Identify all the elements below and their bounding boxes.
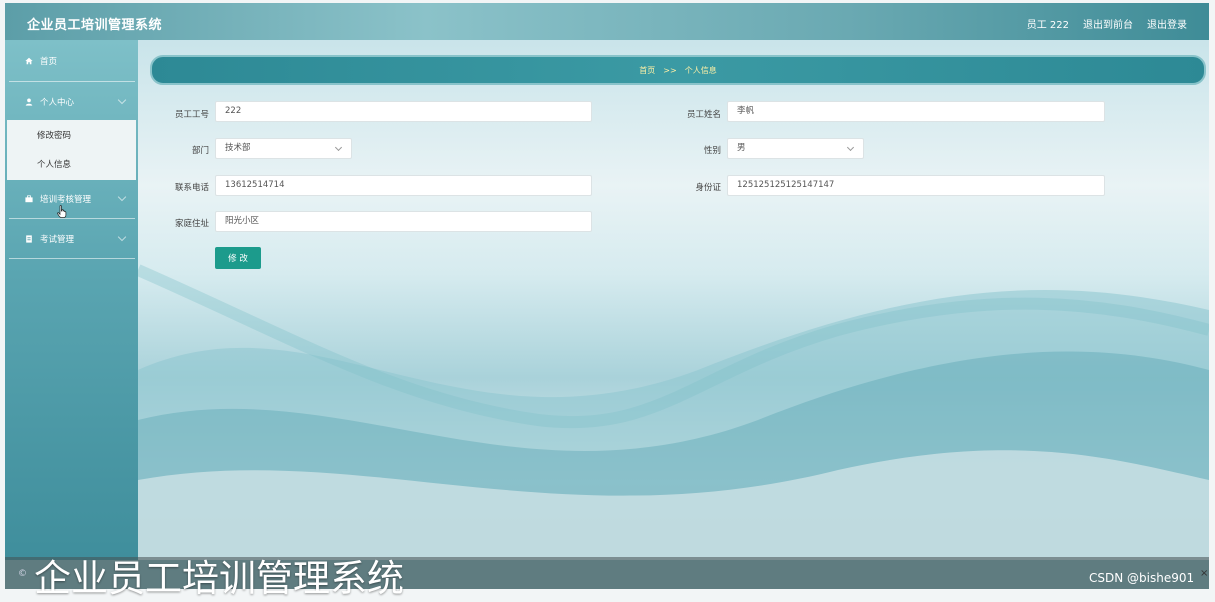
phone-label: 联系电话: [174, 183, 209, 193]
sidebar-item-label: 考试管理: [40, 235, 75, 245]
close-icon[interactable]: ×: [1200, 568, 1208, 579]
department-value: 技术部: [225, 143, 251, 153]
department-select[interactable]: 技术部: [215, 138, 352, 159]
sidebar-item-personal-center[interactable]: 个人中心: [9, 83, 135, 121]
modify-button[interactable]: 修 改: [215, 247, 261, 269]
app-window: 企业员工培训管理系统 员工 222 退出到前台 退出登录 首页 个人中心 培训考…: [5, 3, 1209, 589]
top-right-links: 员工 222 退出到前台 退出登录: [1027, 16, 1187, 31]
breadcrumb-separator: >>: [663, 65, 677, 75]
gender-value: 男: [737, 143, 746, 153]
chevron-down-icon: [117, 192, 127, 202]
submenu-item-personal-info[interactable]: 个人信息: [37, 158, 71, 170]
sidebar: 首页 个人中心 培训考核管理 考试管理: [5, 40, 138, 560]
user-icon: [25, 98, 33, 106]
sidebar-item-exam-management[interactable]: 考试管理: [9, 220, 135, 258]
employee-id-label: 员工工号: [174, 110, 209, 120]
id-card-field[interactable]: 125125125125147147: [727, 175, 1105, 196]
address-label: 家庭住址: [174, 219, 209, 229]
divider: [9, 218, 135, 219]
briefcase-icon: [25, 195, 33, 203]
main-content: 首页 >> 个人信息 员工工号 222 员工姓名 李帆 部门 技术部 性别 男 …: [138, 40, 1209, 560]
divider: [9, 81, 135, 82]
current-user: 员工 222: [1026, 20, 1069, 31]
sidebar-item-home[interactable]: 首页: [9, 42, 135, 80]
top-bar: 企业员工培训管理系统 员工 222 退出到前台 退出登录: [5, 3, 1209, 40]
gender-select[interactable]: 男: [727, 138, 864, 159]
logout-link[interactable]: 退出登录: [1147, 16, 1187, 31]
chevron-down-icon: [117, 232, 127, 242]
divider: [9, 258, 135, 259]
personal-center-submenu: 修改密码 个人信息: [7, 120, 136, 180]
sidebar-item-label: 培训考核管理: [40, 195, 92, 205]
employee-name-label: 员工姓名: [686, 110, 721, 120]
document-icon: [26, 235, 32, 243]
sidebar-item-label: 个人中心: [40, 98, 75, 108]
watermark: CSDN @bishe901: [1089, 571, 1195, 585]
chevron-down-icon: [117, 95, 127, 105]
caption-left-icon: ©: [18, 569, 27, 579]
breadcrumb-current: 个人信息: [684, 65, 717, 75]
phone-field[interactable]: 13612514714: [215, 175, 592, 196]
id-card-label: 身份证: [695, 183, 721, 193]
home-icon: [25, 57, 33, 65]
sidebar-item-label: 首页: [40, 57, 58, 67]
gender-label: 性别: [703, 146, 721, 156]
breadcrumb-home[interactable]: 首页: [639, 65, 655, 76]
breadcrumb: 首页 >> 个人信息: [150, 55, 1206, 85]
exit-to-front-link[interactable]: 退出到前台: [1083, 16, 1133, 31]
chevron-down-icon: [334, 143, 343, 152]
hand-cursor-icon: [57, 205, 67, 218]
employee-id-field[interactable]: 222: [215, 101, 592, 122]
chevron-down-icon: [846, 143, 855, 152]
sidebar-item-training-assessment[interactable]: 培训考核管理: [9, 180, 135, 218]
department-label: 部门: [191, 146, 209, 156]
app-title: 企业员工培训管理系统: [27, 18, 163, 33]
submenu-item-change-password[interactable]: 修改密码: [37, 129, 71, 141]
address-field[interactable]: 阳光小区: [215, 211, 592, 232]
employee-name-field[interactable]: 李帆: [727, 101, 1105, 122]
